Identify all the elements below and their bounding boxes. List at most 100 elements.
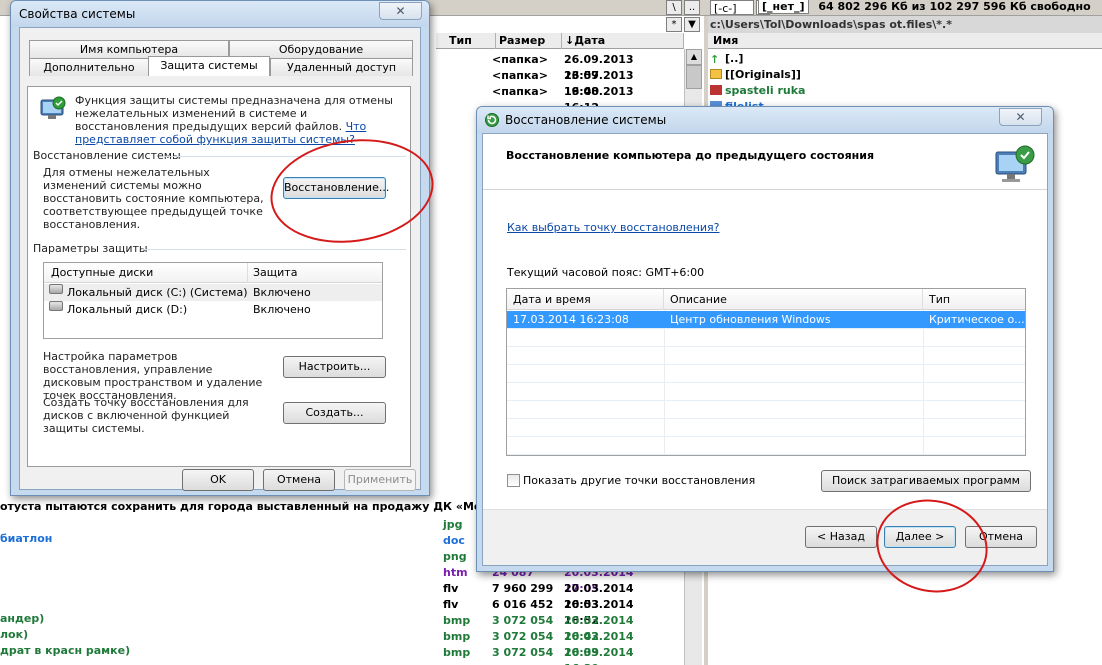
wizard-heading: Восстановление компьютера до предыдущего… — [506, 149, 875, 162]
file-row[interactable]: flv 6 016 452 20.03.2014 16:52 — [436, 597, 668, 627]
right-path-bar[interactable]: c:\Users\Tol\Downloads\spas ot.files\*.* — [708, 16, 1102, 33]
empty-row — [507, 383, 1025, 401]
create-description: Создать точку восстановления для дисков … — [43, 396, 249, 435]
disk-state: Включено — [253, 303, 311, 316]
restore-group-title: Восстановление системы — [33, 149, 181, 162]
restore-app-icon — [485, 113, 499, 127]
file-type: jpg — [443, 518, 463, 531]
file-row[interactable]: <папка> 26.09.2013 16:57 — [436, 52, 668, 82]
file-row[interactable]: bmp3 072 05420.03.2014 16:39 — [436, 645, 668, 665]
tab-remote[interactable]: Удаленный доступ — [270, 58, 413, 76]
file-size: <папка> — [492, 85, 548, 98]
column-type[interactable]: Тип — [923, 289, 1025, 310]
disk-row[interactable]: Локальный диск (D:) Включено — [44, 301, 382, 318]
restore-point-date: 17.03.2014 16:23:08 — [513, 313, 629, 326]
choose-point-help-link[interactable]: Как выбрать точку восстановления? — [507, 221, 720, 234]
disk-state: Включено — [253, 286, 311, 299]
file-size: <папка> — [492, 53, 548, 66]
scan-programs-button[interactable]: Поиск затрагиваемых программ — [821, 470, 1031, 492]
file-date: 20.03.2014 16:39 — [564, 646, 634, 665]
right-panel-header: Имя — [708, 33, 1102, 49]
scroll-up-icon[interactable]: ▲ — [686, 49, 702, 65]
restore-point-type: Критическое о... — [929, 313, 1025, 326]
file-row[interactable]: spasteli ruka — [710, 83, 805, 99]
file-size: 7 960 299 — [492, 582, 554, 595]
dialog-client-area: Имя компьютера Оборудование Дополнительн… — [19, 27, 421, 491]
root-dir-button[interactable]: \ — [666, 0, 682, 15]
png-file-icon — [710, 85, 722, 95]
titlebar[interactable]: Восстановление системы ✕ — [477, 107, 1053, 133]
column-available-disks[interactable]: Доступные диски — [51, 263, 153, 283]
file-name[interactable]: лок) — [0, 628, 28, 642]
file-type: flv — [443, 598, 459, 611]
disk-free-info: 64 802 296 Кб из 102 297 596 Кб свободно — [818, 0, 1091, 13]
close-icon[interactable]: ✕ — [999, 108, 1042, 126]
show-more-checkbox[interactable] — [507, 474, 520, 487]
file-row[interactable]: <папка> 23.09.2013 16:40 — [436, 68, 668, 98]
create-button[interactable]: Создать... — [283, 402, 386, 424]
show-more-label[interactable]: Показать другие точки восстановления — [523, 474, 755, 487]
scroll-thumb[interactable] — [686, 65, 702, 89]
restore-points-header: Дата и время Описание Тип — [507, 289, 1025, 310]
drive-icon — [49, 301, 63, 311]
file-type: bmp — [443, 630, 471, 643]
up-arrow-icon: ↑ — [710, 53, 720, 66]
file-row[interactable]: [[Originals]] — [710, 67, 801, 83]
file-type: bmp — [443, 614, 471, 627]
file-size: 6 016 452 — [492, 598, 554, 611]
column-size[interactable]: Размер — [496, 33, 562, 49]
back-button[interactable]: < Назад — [805, 526, 877, 548]
system-restore-window: Восстановление системы ✕ Восстановление … — [476, 106, 1054, 572]
ok-button[interactable]: OK — [182, 469, 254, 491]
tab-system-protection[interactable]: Защита системы — [148, 56, 270, 76]
wizard-client-area: Восстановление компьютера до предыдущего… — [482, 133, 1048, 566]
file-row[interactable]: flv 7 960 299 20.03.2014 16:53 — [436, 581, 668, 611]
file-name[interactable]: андер) — [0, 612, 44, 626]
empty-row — [507, 347, 1025, 365]
file-size: 3 072 054 — [492, 630, 554, 643]
timezone-label: Текущий часовой пояс: GMT+6:00 — [507, 266, 705, 279]
tab-advanced[interactable]: Дополнительно — [29, 58, 149, 76]
wizard-header: Восстановление компьютера до предыдущего… — [483, 134, 1047, 190]
file-name: [[Originals]] — [725, 68, 801, 81]
disk-row[interactable]: Локальный диск (C:) (Система) Включено — [44, 284, 382, 301]
column-description[interactable]: Описание — [664, 289, 923, 310]
column-protection[interactable]: Защита — [247, 263, 297, 283]
file-row[interactable]: <папка>19.08.2013 16:12 — [436, 84, 668, 114]
system-drive-icon — [49, 284, 63, 294]
close-icon[interactable]: ✕ — [379, 2, 422, 20]
column-date-time[interactable]: Дата и время — [507, 289, 664, 310]
file-name[interactable]: драт в красн рамке) — [0, 644, 130, 658]
file-name[interactable]: отуста пытаются сохранить для города выс… — [0, 500, 511, 514]
column-name[interactable]: Имя — [710, 33, 1102, 49]
titlebar[interactable]: Свойства системы ✕ — [11, 1, 429, 27]
disk-name: Локальный диск (C:) (Система) — [67, 286, 248, 299]
up-arrow-icon[interactable]: ▼ — [684, 17, 700, 32]
file-type: flv — [443, 582, 459, 595]
parent-dir-button[interactable]: .. — [684, 0, 700, 15]
column-date[interactable]: ↓Дата — [562, 33, 684, 49]
empty-row — [507, 437, 1025, 455]
cancel-button[interactable]: Отмена — [263, 469, 335, 491]
empty-row — [507, 365, 1025, 383]
restore-point-row[interactable]: 17.03.2014 16:23:08 Центр обновления Wind… — [507, 311, 1025, 329]
system-properties-window: Свойства системы ✕ Имя компьютера Оборуд… — [10, 0, 430, 496]
configure-button[interactable]: Настроить... — [283, 356, 386, 378]
disk-name: Локальный диск (D:) — [67, 303, 188, 316]
restore-points-table: Дата и время Описание Тип 17.03.2014 16:… — [506, 288, 1026, 456]
file-row[interactable]: bmp3 072 05420.03.2014 16:39 — [436, 629, 668, 659]
star-filter-button[interactable]: * — [666, 17, 682, 32]
file-row[interactable]: ↑ [..] — [710, 51, 743, 67]
folder-icon — [710, 69, 722, 79]
protection-group-title: Параметры защиты — [33, 242, 148, 255]
file-name[interactable]: биатлон — [0, 532, 52, 546]
file-size: 3 072 054 — [492, 614, 554, 627]
file-row[interactable]: bmp 3 072 054 20.03.2014 16:42 — [436, 613, 668, 643]
empty-row — [507, 329, 1025, 347]
file-type: bmp — [443, 646, 471, 659]
right-drive-label[interactable]: [_нет_] — [758, 0, 809, 14]
column-type[interactable]: Тип — [446, 33, 496, 49]
apply-button[interactable]: Применить — [344, 469, 416, 491]
window-title: Восстановление системы — [505, 113, 667, 127]
left-drive-select[interactable]: [-c-] — [710, 0, 754, 15]
